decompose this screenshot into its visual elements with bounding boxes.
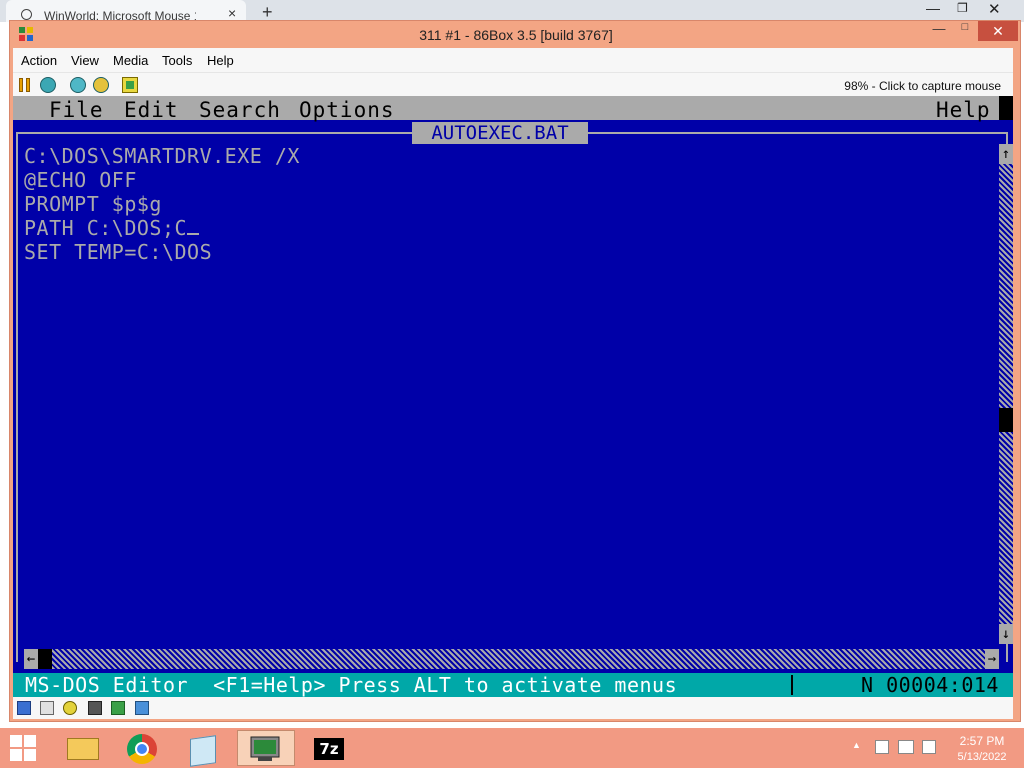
network-tray-icon[interactable] (898, 740, 914, 754)
86box-icon (250, 736, 280, 761)
scroll-down-arrow-icon[interactable]: ↓ (999, 624, 1013, 644)
text-cursor (187, 233, 200, 235)
ctrl-alt-del-icon[interactable] (70, 77, 86, 93)
vertical-scrollbar[interactable] (999, 144, 1013, 644)
dos-menu-help[interactable]: Help (936, 98, 991, 122)
browser-maximize-button[interactable]: ❐ (957, 1, 968, 15)
file-explorer-button[interactable] (54, 730, 112, 766)
editor-line: C:\DOS\SMARTDRV.EXE /X (24, 144, 300, 168)
tray-overflow-icon[interactable]: ▲ (852, 740, 861, 750)
app-menubar: Action View Media Tools Help (13, 48, 1013, 72)
start-button[interactable] (10, 735, 36, 761)
window-close-button[interactable]: ✕ (978, 21, 1018, 41)
reset-icon[interactable] (40, 77, 56, 93)
menu-view[interactable]: View (71, 53, 99, 68)
horizontal-scroll-thumb[interactable] (38, 649, 52, 669)
floppy-icon[interactable] (17, 701, 31, 715)
editor-status-text: MS-DOS Editor <F1=Help> Press ALT to act… (25, 673, 678, 697)
scroll-right-arrow-icon[interactable]: → (985, 649, 999, 669)
close-tab-icon[interactable]: × (228, 5, 236, 21)
windows-logo-icon (10, 735, 22, 747)
86box-taskbar-button[interactable] (237, 730, 295, 766)
horizontal-scrollbar[interactable] (24, 649, 999, 669)
settings-icon[interactable] (122, 77, 138, 93)
clock-date[interactable]: 5/13/2022 (950, 751, 1014, 763)
dos-menu-search[interactable]: Search (199, 98, 281, 122)
menu-action[interactable]: Action (21, 53, 57, 68)
chrome-button[interactable] (114, 730, 172, 766)
editor-file-title: AUTOEXEC.BAT (412, 122, 588, 144)
globe-icon (21, 9, 32, 20)
cdrom-icon[interactable] (40, 701, 54, 715)
action-center-flag-icon[interactable] (875, 740, 889, 754)
menu-tools[interactable]: Tools (162, 53, 192, 68)
editor-line-with-cursor: PATH C:\DOS;C (24, 216, 300, 240)
editor-line-text: PATH C:\DOS;C (24, 216, 188, 240)
editor-line: @ECHO OFF (24, 168, 137, 192)
7zip-button[interactable]: 7z (300, 730, 358, 766)
capture-mouse-status: 98% - Click to capture mouse (844, 79, 1001, 93)
window-maximize-button[interactable]: □ (952, 21, 978, 41)
window-title: 311 #1 - 86Box 3.5 [build 3767] (419, 27, 613, 43)
dos-menu-options[interactable]: Options (299, 98, 395, 122)
volume-icon[interactable] (922, 740, 936, 754)
browser-minimize-button[interactable]: — (926, 0, 940, 16)
editor-line: PROMPT $p$g (24, 192, 162, 216)
hdd-icon[interactable] (63, 701, 77, 715)
editor-line: SET TEMP=C:\DOS (24, 240, 213, 264)
mouse-icon[interactable] (135, 701, 149, 715)
emulator-screen[interactable]: File Edit Search Options Help AUTOEXEC.B… (13, 96, 1013, 697)
dos-menubar: File Edit Search Options Help (13, 96, 1013, 122)
window-minimize-button[interactable]: — (926, 21, 952, 41)
clock-time[interactable]: 2:57 PM (950, 734, 1014, 748)
status-separator (791, 675, 793, 695)
pause-icon[interactable] (17, 77, 33, 93)
scroll-up-arrow-icon[interactable]: ↑ (999, 144, 1013, 164)
editor-text-area[interactable]: C:\DOS\SMARTDRV.EXE /X @ECHO OFF PROMPT … (24, 144, 300, 264)
dos-menu-edit[interactable]: Edit (124, 98, 179, 122)
menubar-edge (999, 96, 1013, 120)
network-icon[interactable] (88, 701, 102, 715)
vertical-scroll-thumb[interactable] (999, 408, 1013, 432)
app-toolbar: 98% - Click to capture mouse (13, 72, 1013, 97)
dos-menu-file[interactable]: File (49, 98, 104, 122)
browser-close-button[interactable]: ✕ (988, 0, 1001, 18)
menu-help[interactable]: Help (207, 53, 234, 68)
menu-media[interactable]: Media (113, 53, 148, 68)
taskbar: 7z ▲ 2:57 PM 5/13/2022 (0, 728, 1024, 768)
emulator-status-bar (13, 697, 1013, 719)
notepad-button[interactable] (174, 730, 232, 767)
editor-status-bar: MS-DOS Editor <F1=Help> Press ALT to act… (13, 673, 1013, 697)
folder-icon (67, 738, 99, 760)
notepad-icon (190, 735, 216, 767)
sound-icon[interactable] (111, 701, 125, 715)
cursor-position: N 00004:014 (861, 673, 999, 697)
ctrl-alt-esc-icon[interactable] (93, 77, 109, 93)
scroll-left-arrow-icon[interactable]: ← (24, 649, 38, 669)
7zip-icon: 7z (314, 738, 344, 760)
